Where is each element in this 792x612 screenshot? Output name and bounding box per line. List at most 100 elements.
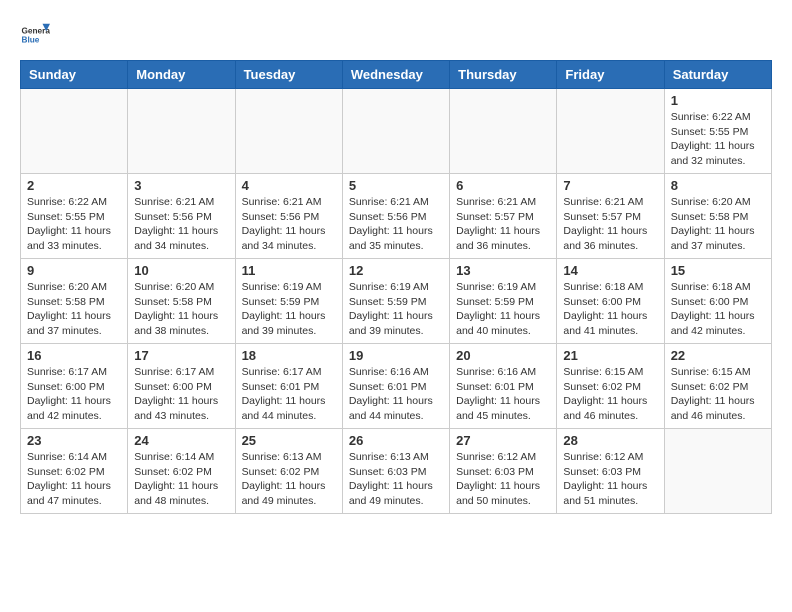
day-info: Sunrise: 6:12 AM Sunset: 6:03 PM Dayligh… <box>456 450 550 509</box>
calendar-cell <box>557 89 664 174</box>
calendar-cell: 18Sunrise: 6:17 AM Sunset: 6:01 PM Dayli… <box>235 344 342 429</box>
day-header-wednesday: Wednesday <box>342 61 449 89</box>
day-number: 19 <box>349 348 443 363</box>
calendar-cell: 16 Sunrise: 6:17 AM Sunset: 6:00 PM Dayli… <box>21 344 128 429</box>
calendar-cell: 10 Sunrise: 6:20 AM Sunset: 5:58 PM Dayli… <box>128 259 235 344</box>
calendar-cell <box>21 89 128 174</box>
day-info: Sunrise: 6:15 AM Sunset: 6:02 PM Dayligh… <box>563 365 657 424</box>
week-row-4: 16 Sunrise: 6:17 AM Sunset: 6:00 PM Dayli… <box>21 344 772 429</box>
day-number: 1 <box>671 93 765 108</box>
day-info: Sunrise: 6:21 AM Sunset: 5:57 PM Dayligh… <box>563 195 657 254</box>
calendar-cell <box>342 89 449 174</box>
calendar-cell: 7 Sunrise: 6:21 AM Sunset: 5:57 PM Daylig… <box>557 174 664 259</box>
calendar-cell: 2 Sunrise: 6:22 AM Sunset: 5:55 PM Daylig… <box>21 174 128 259</box>
calendar-cell: 21 Sunrise: 6:15 AM Sunset: 6:02 PM Dayli… <box>557 344 664 429</box>
day-info: Sunrise: 6:20 AM Sunset: 5:58 PM Dayligh… <box>27 280 121 339</box>
calendar-cell: 26Sunrise: 6:13 AM Sunset: 6:03 PM Dayli… <box>342 429 449 514</box>
day-number: 22 <box>671 348 765 363</box>
day-header-saturday: Saturday <box>664 61 771 89</box>
calendar-cell <box>128 89 235 174</box>
day-info: Sunrise: 6:18 AM Sunset: 6:00 PM Dayligh… <box>671 280 765 339</box>
calendar-cell: 8 Sunrise: 6:20 AM Sunset: 5:58 PM Daylig… <box>664 174 771 259</box>
day-info: Sunrise: 6:21 AM Sunset: 5:57 PM Dayligh… <box>456 195 550 254</box>
day-number: 2 <box>27 178 121 193</box>
day-number: 24 <box>134 433 228 448</box>
calendar-cell: 13 Sunrise: 6:19 AM Sunset: 5:59 PM Dayli… <box>450 259 557 344</box>
day-info: Sunrise: 6:18 AM Sunset: 6:00 PM Dayligh… <box>563 280 657 339</box>
calendar-cell: 17 Sunrise: 6:17 AM Sunset: 6:00 PM Dayli… <box>128 344 235 429</box>
day-number: 21 <box>563 348 657 363</box>
day-number: 12 <box>349 263 443 278</box>
day-info: Sunrise: 6:14 AM Sunset: 6:02 PM Dayligh… <box>27 450 121 509</box>
svg-text:Blue: Blue <box>22 36 40 45</box>
day-info: Sunrise: 6:13 AM Sunset: 6:02 PM Dayligh… <box>242 450 336 509</box>
page-header: General Blue <box>20 20 772 50</box>
day-number: 16 <box>27 348 121 363</box>
week-row-2: 2 Sunrise: 6:22 AM Sunset: 5:55 PM Daylig… <box>21 174 772 259</box>
calendar-cell <box>235 89 342 174</box>
week-row-1: 1Sunrise: 6:22 AM Sunset: 5:55 PM Daylig… <box>21 89 772 174</box>
day-header-thursday: Thursday <box>450 61 557 89</box>
day-number: 8 <box>671 178 765 193</box>
calendar-cell: 9 Sunrise: 6:20 AM Sunset: 5:58 PM Daylig… <box>21 259 128 344</box>
day-number: 11 <box>242 263 336 278</box>
day-info: Sunrise: 6:22 AM Sunset: 5:55 PM Dayligh… <box>27 195 121 254</box>
day-number: 7 <box>563 178 657 193</box>
day-number: 9 <box>27 263 121 278</box>
day-number: 23 <box>27 433 121 448</box>
day-info: Sunrise: 6:17 AM Sunset: 6:00 PM Dayligh… <box>27 365 121 424</box>
day-number: 14 <box>563 263 657 278</box>
day-info: Sunrise: 6:20 AM Sunset: 5:58 PM Dayligh… <box>134 280 228 339</box>
calendar-cell: 11 Sunrise: 6:19 AM Sunset: 5:59 PM Dayli… <box>235 259 342 344</box>
week-row-3: 9 Sunrise: 6:20 AM Sunset: 5:58 PM Daylig… <box>21 259 772 344</box>
logo: General Blue <box>20 20 50 50</box>
day-number: 17 <box>134 348 228 363</box>
calendar-cell: 23 Sunrise: 6:14 AM Sunset: 6:02 PM Dayli… <box>21 429 128 514</box>
day-header-sunday: Sunday <box>21 61 128 89</box>
calendar-cell <box>450 89 557 174</box>
day-info: Sunrise: 6:16 AM Sunset: 6:01 PM Dayligh… <box>456 365 550 424</box>
day-number: 18 <box>242 348 336 363</box>
calendar-cell: 28 Sunrise: 6:12 AM Sunset: 6:03 PM Dayli… <box>557 429 664 514</box>
calendar-cell: 3Sunrise: 6:21 AM Sunset: 5:56 PM Daylig… <box>128 174 235 259</box>
calendar-cell: 25Sunrise: 6:13 AM Sunset: 6:02 PM Dayli… <box>235 429 342 514</box>
calendar-table: SundayMondayTuesdayWednesdayThursdayFrid… <box>20 60 772 514</box>
day-number: 4 <box>242 178 336 193</box>
day-number: 6 <box>456 178 550 193</box>
day-header-monday: Monday <box>128 61 235 89</box>
day-info: Sunrise: 6:21 AM Sunset: 5:56 PM Dayligh… <box>349 195 443 254</box>
day-header-friday: Friday <box>557 61 664 89</box>
day-number: 28 <box>563 433 657 448</box>
calendar-cell: 6 Sunrise: 6:21 AM Sunset: 5:57 PM Daylig… <box>450 174 557 259</box>
day-number: 13 <box>456 263 550 278</box>
calendar-cell: 1Sunrise: 6:22 AM Sunset: 5:55 PM Daylig… <box>664 89 771 174</box>
day-info: Sunrise: 6:12 AM Sunset: 6:03 PM Dayligh… <box>563 450 657 509</box>
day-number: 15 <box>671 263 765 278</box>
day-info: Sunrise: 6:16 AM Sunset: 6:01 PM Dayligh… <box>349 365 443 424</box>
calendar-cell: 14 Sunrise: 6:18 AM Sunset: 6:00 PM Dayli… <box>557 259 664 344</box>
day-number: 10 <box>134 263 228 278</box>
day-number: 5 <box>349 178 443 193</box>
day-info: Sunrise: 6:20 AM Sunset: 5:58 PM Dayligh… <box>671 195 765 254</box>
calendar-cell: 4Sunrise: 6:21 AM Sunset: 5:56 PM Daylig… <box>235 174 342 259</box>
day-info: Sunrise: 6:19 AM Sunset: 5:59 PM Dayligh… <box>456 280 550 339</box>
calendar-cell: 24 Sunrise: 6:14 AM Sunset: 6:02 PM Dayli… <box>128 429 235 514</box>
day-info: Sunrise: 6:21 AM Sunset: 5:56 PM Dayligh… <box>134 195 228 254</box>
day-info: Sunrise: 6:15 AM Sunset: 6:02 PM Dayligh… <box>671 365 765 424</box>
calendar-cell: 20 Sunrise: 6:16 AM Sunset: 6:01 PM Dayli… <box>450 344 557 429</box>
calendar-cell: 19 Sunrise: 6:16 AM Sunset: 6:01 PM Dayli… <box>342 344 449 429</box>
week-row-5: 23 Sunrise: 6:14 AM Sunset: 6:02 PM Dayli… <box>21 429 772 514</box>
day-header-tuesday: Tuesday <box>235 61 342 89</box>
day-info: Sunrise: 6:19 AM Sunset: 5:59 PM Dayligh… <box>349 280 443 339</box>
calendar-header-row: SundayMondayTuesdayWednesdayThursdayFrid… <box>21 61 772 89</box>
day-info: Sunrise: 6:17 AM Sunset: 6:00 PM Dayligh… <box>134 365 228 424</box>
calendar-cell: 5 Sunrise: 6:21 AM Sunset: 5:56 PM Daylig… <box>342 174 449 259</box>
day-info: Sunrise: 6:14 AM Sunset: 6:02 PM Dayligh… <box>134 450 228 509</box>
calendar-cell <box>664 429 771 514</box>
day-info: Sunrise: 6:19 AM Sunset: 5:59 PM Dayligh… <box>242 280 336 339</box>
calendar-cell: 12 Sunrise: 6:19 AM Sunset: 5:59 PM Dayli… <box>342 259 449 344</box>
calendar-cell: 22 Sunrise: 6:15 AM Sunset: 6:02 PM Dayli… <box>664 344 771 429</box>
calendar-cell: 27Sunrise: 6:12 AM Sunset: 6:03 PM Dayli… <box>450 429 557 514</box>
day-info: Sunrise: 6:13 AM Sunset: 6:03 PM Dayligh… <box>349 450 443 509</box>
day-number: 20 <box>456 348 550 363</box>
